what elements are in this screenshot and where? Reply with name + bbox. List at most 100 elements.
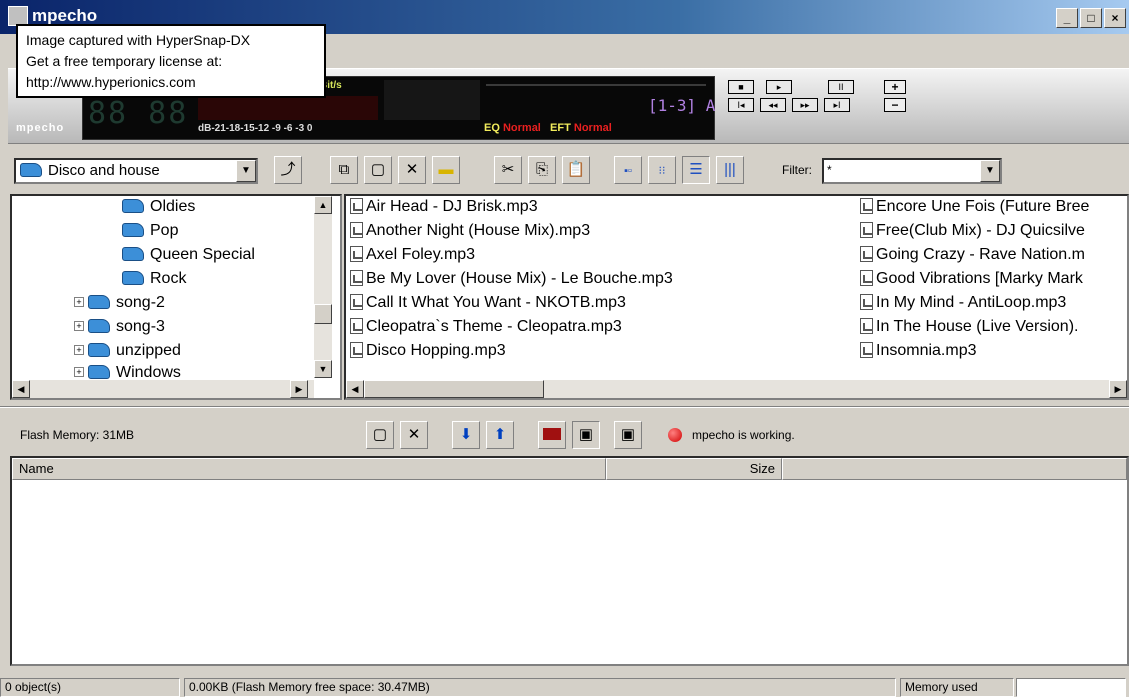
status-light-icon <box>668 428 682 442</box>
properties-button[interactable]: ⧉ <box>330 156 358 184</box>
files-horizontal-scrollbar[interactable]: ◀ ▶ <box>346 380 1127 398</box>
column-header-name[interactable]: Name <box>12 458 606 480</box>
splitter[interactable] <box>0 406 1129 408</box>
chevron-down-icon[interactable]: ▼ <box>236 160 256 182</box>
mp3-file-icon <box>350 342 363 358</box>
db-scale: dB-21-18-15-12 -9 -6 -3 0 <box>198 123 313 134</box>
play-button[interactable]: ▸ <box>766 80 792 94</box>
file-item[interactable]: Free(Club Mix) - DJ Quicsilve <box>860 222 1085 246</box>
new-file-button[interactable]: ▢ <box>366 421 394 449</box>
file-item[interactable]: In The House (Live Version). <box>860 318 1078 342</box>
expand-icon[interactable]: + <box>74 367 84 377</box>
up-folder-button[interactable]: ⤴ <box>274 156 302 184</box>
file-item[interactable]: Cleopatra`s Theme - Cleopatra.mp3 <box>350 318 622 342</box>
format-button[interactable]: ▣ <box>572 421 600 449</box>
tree-item[interactable]: + song-3 <box>74 318 165 342</box>
file-item[interactable]: Another Night (House Mix).mp3 <box>350 222 590 246</box>
folder-dropdown[interactable]: Disco and house ▼ <box>14 158 258 184</box>
file-item[interactable]: Be My Lover (House Mix) - Le Bouche.mp3 <box>350 270 673 294</box>
scroll-thumb[interactable] <box>364 380 544 398</box>
flash-memory-label: Flash Memory: 31MB <box>20 428 135 442</box>
download-button[interactable]: ⬇ <box>452 421 480 449</box>
cut-button[interactable]: ✂ <box>494 156 522 184</box>
tree-item-label: song-3 <box>116 318 165 335</box>
scroll-left-icon[interactable]: ◀ <box>12 380 30 398</box>
tree-item[interactable]: + unzipped <box>74 342 181 366</box>
file-name: Air Head - DJ Brisk.mp3 <box>366 198 538 215</box>
list-view-button[interactable]: ☰ <box>682 156 710 184</box>
mp3-file-icon <box>860 198 873 214</box>
spectrum-display <box>384 80 480 120</box>
tree-item[interactable]: Queen Special <box>122 246 255 270</box>
scroll-right-icon[interactable]: ▶ <box>1109 380 1127 398</box>
mp3-file-icon <box>860 294 873 310</box>
mp3-file-icon <box>860 222 873 238</box>
file-item[interactable]: Going Crazy - Rave Nation.m <box>860 246 1085 270</box>
volume-up-button[interactable]: + <box>884 80 906 94</box>
save-button[interactable]: ▣ <box>614 421 642 449</box>
details-view-button[interactable]: ||| <box>716 156 744 184</box>
file-item[interactable]: Insomnia.mp3 <box>860 342 977 366</box>
tree-item[interactable]: Oldies <box>122 198 195 222</box>
scroll-right-icon[interactable]: ▶ <box>290 380 308 398</box>
tree-item[interactable]: Rock <box>122 270 186 294</box>
delete-button[interactable]: ✕ <box>400 421 428 449</box>
folder-tree[interactable]: Oldies Pop Queen Special Rock + song-2 + s… <box>10 194 342 400</box>
upload-button[interactable]: ⬆ <box>486 421 514 449</box>
close-button[interactable]: × <box>1104 8 1126 28</box>
folder-icon <box>20 163 42 177</box>
file-item[interactable]: Encore Une Fois (Future Bree <box>860 198 1089 222</box>
file-name: Free(Club Mix) - DJ Quicsilve <box>876 222 1085 239</box>
scroll-thumb[interactable] <box>314 304 332 324</box>
column-header-size[interactable]: Size <box>606 458 782 480</box>
expand-icon[interactable]: + <box>74 345 84 355</box>
pause-button[interactable]: II <box>828 80 854 94</box>
scroll-up-icon[interactable]: ▲ <box>314 196 332 214</box>
tree-horizontal-scrollbar[interactable]: ◀ ▶ <box>12 380 314 398</box>
maximize-button[interactable]: □ <box>1080 8 1102 28</box>
file-item[interactable]: Air Head - DJ Brisk.mp3 <box>350 198 538 222</box>
large-icons-button[interactable]: ▪▫ <box>614 156 642 184</box>
minimize-button[interactable]: _ <box>1056 8 1078 28</box>
tree-item-label: song-2 <box>116 294 165 311</box>
new-folder-button[interactable]: ▬ <box>432 156 460 184</box>
file-item[interactable]: Good Vibrations [Marky Mark <box>860 270 1083 294</box>
scroll-left-icon[interactable]: ◀ <box>346 380 364 398</box>
file-list[interactable]: Air Head - DJ Brisk.mp3 Another Night (H… <box>344 194 1129 400</box>
stop-button[interactable]: ■ <box>728 80 754 94</box>
forward-button[interactable]: ▸▸ <box>792 98 818 112</box>
app-icon[interactable] <box>8 6 28 26</box>
filter-label: Filter: <box>782 163 812 177</box>
folder-dropdown-value: Disco and house <box>48 162 160 179</box>
chevron-down-icon[interactable]: ▼ <box>980 160 1000 182</box>
file-name: Good Vibrations [Marky Mark <box>876 270 1083 287</box>
folder-icon <box>88 365 110 379</box>
prev-track-button[interactable]: I◂ <box>728 98 754 112</box>
copy-button[interactable]: ⎘ <box>528 156 556 184</box>
memory-used-bar <box>1016 678 1126 697</box>
tree-vertical-scrollbar[interactable]: ▲ ▼ <box>314 196 332 378</box>
delete-button[interactable]: ✕ <box>398 156 426 184</box>
file-item[interactable]: Disco Hopping.mp3 <box>350 342 506 366</box>
expand-icon[interactable]: + <box>74 297 84 307</box>
tree-item[interactable]: Pop <box>122 222 178 246</box>
file-item[interactable]: Axel Foley.mp3 <box>350 246 475 270</box>
tree-item-label: unzipped <box>116 342 181 359</box>
flash-file-table[interactable]: Name Size <box>10 456 1129 666</box>
lcd-divider <box>486 84 706 86</box>
scroll-down-icon[interactable]: ▼ <box>314 360 332 378</box>
next-track-button[interactable]: ▸I <box>824 98 850 112</box>
expand-icon[interactable]: + <box>74 321 84 331</box>
record-button[interactable] <box>538 421 566 449</box>
paste-button[interactable]: 📋 <box>562 156 590 184</box>
rewind-button[interactable]: ◂◂ <box>760 98 786 112</box>
filter-dropdown[interactable]: * ▼ <box>822 158 1002 184</box>
file-item[interactable]: Call It What You Want - NKOTB.mp3 <box>350 294 626 318</box>
object-count: 0 object(s) <box>0 678 180 697</box>
tree-item[interactable]: + song-2 <box>74 294 165 318</box>
volume-down-button[interactable]: − <box>884 98 906 112</box>
file-name: Another Night (House Mix).mp3 <box>366 222 591 239</box>
file-item[interactable]: In My Mind - AntiLoop.mp3 <box>860 294 1066 318</box>
small-icons-button[interactable]: ⁝⁝ <box>648 156 676 184</box>
new-file-button[interactable]: ▢ <box>364 156 392 184</box>
